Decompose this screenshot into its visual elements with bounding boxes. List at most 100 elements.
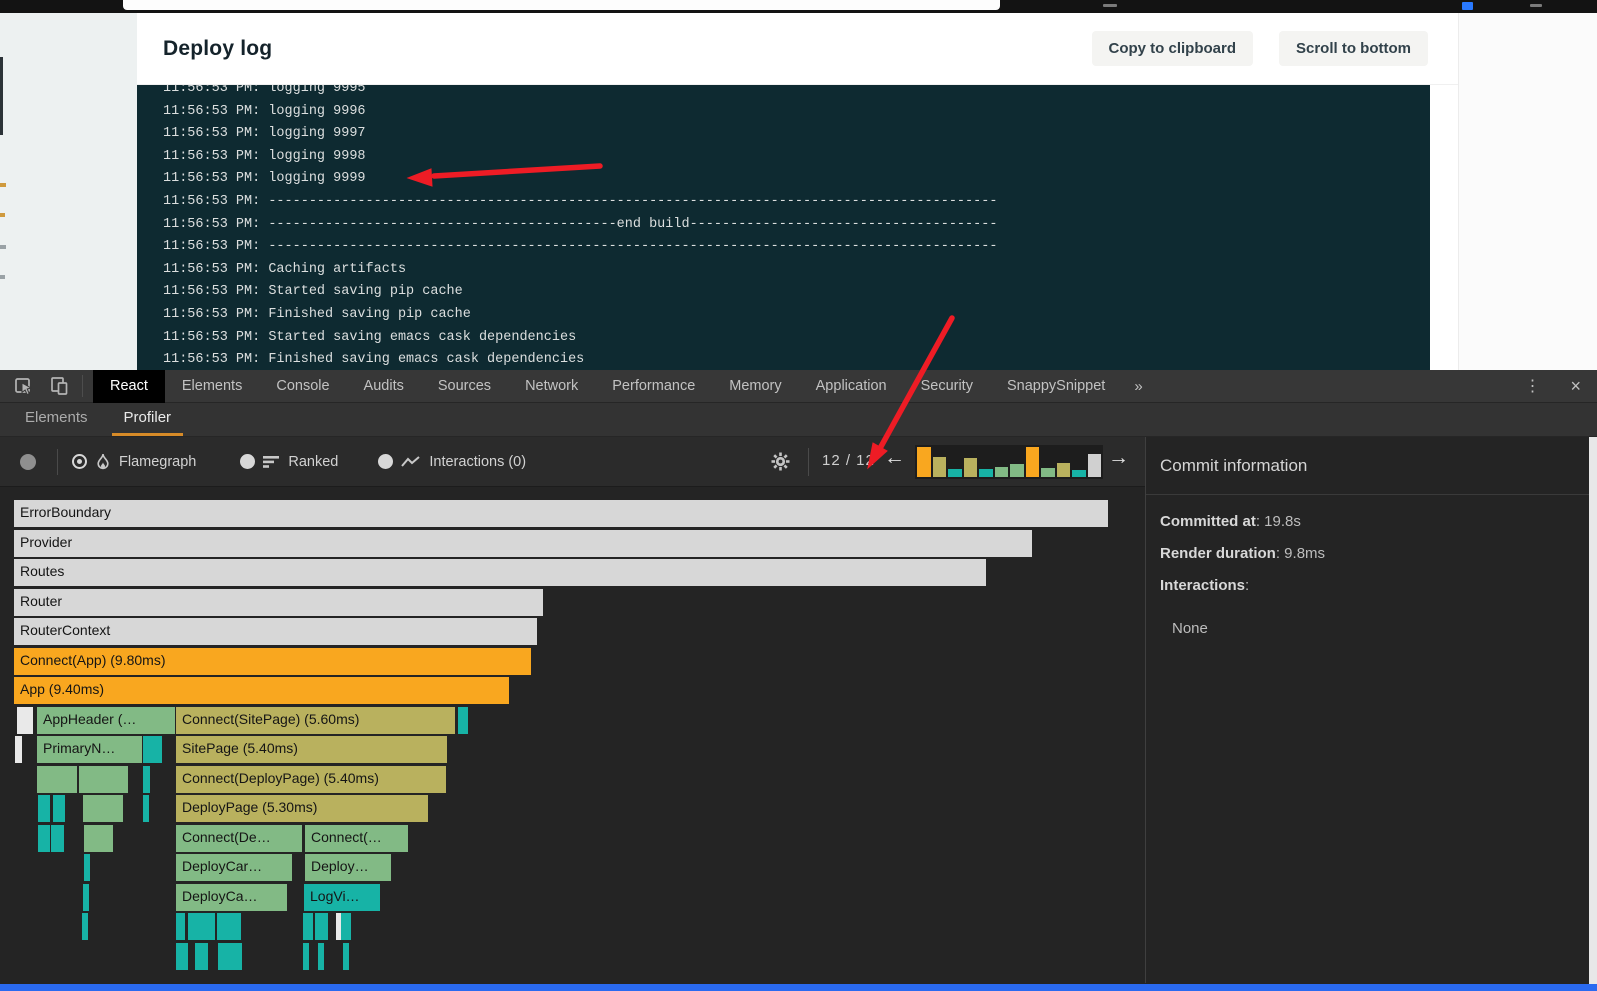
commit-bar-6[interactable] xyxy=(995,467,1009,477)
settings-gear-icon[interactable] xyxy=(770,451,791,477)
flame-bar[interactable] xyxy=(341,913,351,940)
flame-bar[interactable] xyxy=(343,943,349,970)
devtools-tab-memory[interactable]: Memory xyxy=(712,370,798,403)
inspect-element-icon[interactable] xyxy=(12,374,36,398)
devtools-tab-audits[interactable]: Audits xyxy=(347,370,421,403)
devtools-tab-console[interactable]: Console xyxy=(259,370,346,403)
commit-bar-12[interactable] xyxy=(1088,454,1102,477)
flame-bar[interactable] xyxy=(221,913,241,940)
commit-bar-7[interactable] xyxy=(1010,464,1024,477)
react-subtab-profiler[interactable]: Profiler xyxy=(112,402,184,436)
commit-bar-11[interactable] xyxy=(1072,470,1086,477)
flame-bar-connectsitepagems[interactable]: Connect(SitePage) (5.60ms) xyxy=(176,707,455,734)
flame-bar[interactable] xyxy=(83,884,89,911)
flame-bar-deploy[interactable]: Deploy… xyxy=(305,854,391,881)
flame-bar[interactable] xyxy=(303,943,309,970)
flame-bar[interactable] xyxy=(143,766,150,793)
flame-bar-connect[interactable]: Connect(… xyxy=(305,825,408,852)
devtools-tab-snappysnippet[interactable]: SnappySnippet xyxy=(990,370,1122,403)
scrollbar[interactable] xyxy=(1589,437,1597,984)
flame-bar[interactable] xyxy=(59,795,65,822)
flame-bar[interactable] xyxy=(143,795,149,822)
flame-bar[interactable] xyxy=(84,825,113,852)
commit-bar-1[interactable] xyxy=(917,447,931,477)
flame-bar[interactable] xyxy=(318,943,324,970)
commit-bar-2[interactable] xyxy=(933,457,947,477)
flame-bar-primaryn[interactable]: PrimaryN… xyxy=(37,736,142,763)
flame-bar[interactable] xyxy=(82,913,88,940)
flame-bar[interactable] xyxy=(182,943,188,970)
flame-bar-sitepagems[interactable]: SitePage (5.40ms) xyxy=(176,736,447,763)
flame-bar-appms[interactable]: App (9.40ms) xyxy=(14,677,509,704)
flame-bar[interactable] xyxy=(83,795,123,822)
device-toolbar-icon[interactable] xyxy=(48,374,72,398)
flame-bar[interactable] xyxy=(17,707,33,734)
interactions-label[interactable]: Interactions (0) xyxy=(429,454,526,470)
commit-bar-4[interactable] xyxy=(964,458,978,477)
window-control-icon[interactable] xyxy=(1103,4,1117,7)
flamegraph-label[interactable]: Flamegraph xyxy=(119,454,196,470)
flame-bar-connectdeploypagems[interactable]: Connect(DeployPage) (5.40ms) xyxy=(176,766,446,793)
toolbar-divider xyxy=(82,375,83,397)
flame-bar-routercontext[interactable]: RouterContext xyxy=(14,618,537,645)
flame-bar[interactable] xyxy=(38,825,50,852)
flame-bar[interactable] xyxy=(188,913,215,940)
react-subtab-elements[interactable]: Elements xyxy=(13,402,100,436)
flame-bar-connectde[interactable]: Connect(De… xyxy=(176,825,302,852)
previous-commit-arrow[interactable]: ← xyxy=(884,446,905,470)
record-button[interactable] xyxy=(20,454,36,470)
commit-bar-3[interactable] xyxy=(948,469,962,477)
extension-icon[interactable] xyxy=(1462,2,1473,10)
flamegraph-radio[interactable] xyxy=(72,454,87,469)
interactions-none-value: None xyxy=(1172,620,1597,637)
flame-bar-errorboundary[interactable]: ErrorBoundary xyxy=(14,500,1108,527)
copy-to-clipboard-button[interactable]: Copy to clipboard xyxy=(1092,31,1254,66)
flame-bar-deploypagems[interactable]: DeployPage (5.30ms) xyxy=(176,795,428,822)
window-control-icon[interactable] xyxy=(1530,4,1542,7)
commit-bar-10[interactable] xyxy=(1057,463,1071,477)
flame-bar[interactable] xyxy=(143,736,162,763)
flame-bar-deployca[interactable]: DeployCa… xyxy=(176,884,287,911)
flame-bar-routes[interactable]: Routes xyxy=(14,559,986,586)
ranked-label[interactable]: Ranked xyxy=(288,454,338,470)
devtools-tab-react[interactable]: React xyxy=(93,370,165,403)
ranked-radio[interactable] xyxy=(240,454,255,469)
flame-bar-router[interactable]: Router xyxy=(14,589,543,616)
devtools-menu-icon[interactable]: ⋮ xyxy=(1510,376,1554,396)
devtools-close-icon[interactable]: × xyxy=(1554,376,1597,397)
flame-bar[interactable] xyxy=(84,854,90,881)
flame-bar[interactable] xyxy=(218,943,242,970)
flame-bar-connectappms[interactable]: Connect(App) (9.80ms) xyxy=(14,648,531,675)
flame-bar[interactable] xyxy=(303,913,313,940)
flame-bar[interactable] xyxy=(79,766,128,793)
scroll-to-bottom-button[interactable]: Scroll to bottom xyxy=(1279,31,1428,66)
flame-bar-logvi[interactable]: LogVi… xyxy=(304,884,380,911)
devtools-tab-sources[interactable]: Sources xyxy=(421,370,508,403)
next-commit-arrow[interactable]: → xyxy=(1108,446,1129,470)
deploy-log-terminal[interactable]: 11:56:53 PM: logging 999511:56:53 PM: lo… xyxy=(137,85,1430,370)
flame-bar[interactable] xyxy=(57,825,64,852)
flame-bar[interactable] xyxy=(458,707,468,734)
flame-bar[interactable] xyxy=(195,943,208,970)
commit-bar-9[interactable] xyxy=(1041,468,1055,477)
flame-bar-appheader[interactable]: AppHeader (… xyxy=(37,707,175,734)
log-line: 11:56:53 PM: ---------------------------… xyxy=(163,191,1430,214)
flame-bar-provider[interactable]: Provider xyxy=(14,530,1032,557)
address-bar[interactable] xyxy=(123,0,1000,10)
devtools-tab-network[interactable]: Network xyxy=(508,370,595,403)
devtools-tab-security[interactable]: Security xyxy=(904,370,990,403)
commit-bar-5[interactable] xyxy=(979,469,993,477)
flame-bar-deploycar[interactable]: DeployCar… xyxy=(176,854,292,881)
more-tabs-chevron[interactable]: » xyxy=(1122,370,1154,403)
flame-bar[interactable] xyxy=(315,913,328,940)
flame-bar[interactable] xyxy=(38,795,50,822)
flame-bar[interactable] xyxy=(176,913,185,940)
interactions-radio[interactable] xyxy=(378,454,393,469)
flame-bar[interactable] xyxy=(37,766,77,793)
commit-bar-8[interactable] xyxy=(1026,447,1040,477)
devtools-tab-elements[interactable]: Elements xyxy=(165,370,259,403)
devtools-tab-performance[interactable]: Performance xyxy=(595,370,712,403)
devtools-tab-application[interactable]: Application xyxy=(799,370,904,403)
commit-selector-chart[interactable] xyxy=(915,445,1103,479)
flame-bar[interactable] xyxy=(15,736,22,763)
